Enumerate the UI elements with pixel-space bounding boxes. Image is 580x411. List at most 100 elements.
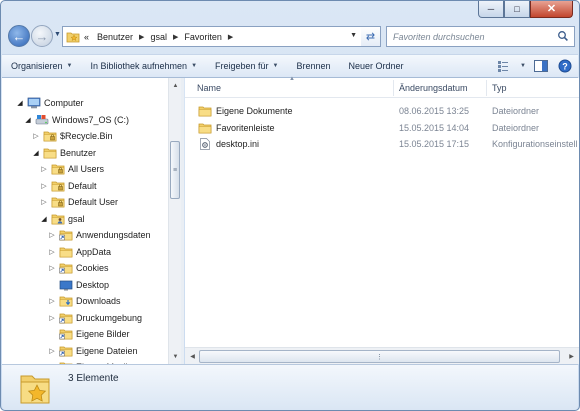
- preview-pane-icon: [534, 60, 548, 72]
- locked-folder-icon: [51, 197, 65, 208]
- view-dropdown-icon[interactable]: ▼: [520, 63, 526, 69]
- expand-arrow-icon[interactable]: ▷: [48, 347, 56, 355]
- file-row[interactable]: desktop.ini 15.05.2015 17:15 Konfiguration…: [185, 135, 579, 151]
- folder-icon: [59, 247, 73, 257]
- desktop-folder-icon: [59, 280, 73, 290]
- collapse-arrow-icon[interactable]: ◢: [32, 149, 40, 157]
- address-bar[interactable]: « Benutzer ▶ gsal ▶ Favoriten ▶ ▼: [62, 26, 362, 47]
- column-header-row: ▲ Name Änderungsdatum Typ: [185, 76, 579, 98]
- expand-arrow-icon[interactable]: ▷: [48, 297, 56, 305]
- tree-item[interactable]: ▷ Anwendungsdaten: [48, 227, 151, 243]
- help-icon: ?: [558, 59, 572, 73]
- tree-item[interactable]: Eigene Bilder: [48, 326, 130, 342]
- tree-item-label: Cookies: [76, 263, 109, 273]
- breadcrumb-benutzer[interactable]: Benutzer: [93, 27, 137, 46]
- column-date[interactable]: Änderungsdatum: [399, 83, 468, 93]
- forward-button[interactable]: →: [31, 25, 53, 47]
- library-label: In Bibliothek aufnehmen: [90, 61, 188, 71]
- dropdown-arrow-icon: ▼: [66, 63, 73, 69]
- column-name[interactable]: Name: [197, 83, 221, 93]
- refresh-button[interactable]: ⇄: [361, 26, 381, 47]
- burn-button[interactable]: Brennen: [288, 55, 340, 77]
- help-button[interactable]: ?: [556, 58, 574, 74]
- tree-item[interactable]: ▷ Downloads: [48, 293, 121, 309]
- pane-splitter[interactable]: [181, 78, 184, 364]
- tree-item[interactable]: ▷ $Recycle.Bin: [32, 128, 113, 144]
- column-divider[interactable]: [393, 80, 394, 96]
- close-button[interactable]: ✕: [530, 1, 573, 18]
- expand-arrow-icon[interactable]: ▷: [40, 165, 48, 173]
- dropdown-arrow-icon: ▼: [191, 63, 198, 69]
- tree-item-label: Druckumgebung: [76, 312, 143, 323]
- tree-item[interactable]: ▷ Eigene Dateien: [48, 343, 138, 359]
- chevron-right-icon[interactable]: ▶: [226, 33, 235, 41]
- collapse-arrow-icon[interactable]: ◢: [40, 215, 48, 223]
- tree-item[interactable]: ▷ Druckumgebung: [48, 310, 142, 326]
- item-count: 3 Elemente: [68, 373, 119, 384]
- tree-item[interactable]: ◢ Benutzer: [32, 145, 96, 161]
- tree-item[interactable]: ▷ Default: [40, 178, 97, 194]
- tree-item-label: Default User: [68, 197, 119, 207]
- tree-item-label: Downloads: [76, 296, 121, 306]
- file-name-cell: Eigene Dokumente: [198, 105, 293, 117]
- drive-icon: [35, 114, 49, 124]
- minimize-button[interactable]: ─: [478, 1, 504, 18]
- dropdown-arrow-icon: ▼: [272, 63, 279, 69]
- new-folder-button[interactable]: Neuer Ordner: [340, 55, 413, 77]
- recent-pages-dropdown[interactable]: ▼: [54, 31, 61, 38]
- scroll-right-icon[interactable]: ▶: [565, 350, 578, 363]
- scroll-left-icon[interactable]: ◀: [186, 350, 199, 363]
- breadcrumb-gsal[interactable]: gsal: [146, 27, 171, 46]
- chevron-right-icon[interactable]: ▶: [171, 33, 180, 41]
- tree-item-label: Eigene Bilder: [76, 329, 130, 339]
- tree-item[interactable]: ◢ Windows7_OS (C:): [24, 112, 129, 128]
- tree-item-label: Desktop: [76, 279, 110, 290]
- tree-item[interactable]: ▷ Default User: [40, 194, 118, 210]
- search-input[interactable]: Favoriten durchsuchen: [386, 26, 575, 47]
- file-row[interactable]: Favoritenleiste 15.05.2015 14:04 Dateiordn…: [185, 119, 579, 135]
- chevron-right-icon[interactable]: ▶: [137, 33, 146, 41]
- tree-item[interactable]: ▷ Cookies: [48, 260, 109, 276]
- user-folder-icon: [51, 214, 65, 224]
- scrollbar-thumb[interactable]: ≡: [170, 141, 180, 199]
- shortcut-folder-icon: [59, 346, 73, 356]
- horizontal-scrollbar[interactable]: ◀ ⋮ ▶: [185, 347, 579, 364]
- scrollbar-thumb[interactable]: ⋮: [199, 350, 560, 363]
- column-type[interactable]: Typ: [492, 83, 507, 93]
- share-with-menu[interactable]: Freigeben für ▼: [206, 55, 287, 77]
- address-dropdown-icon[interactable]: ▼: [350, 32, 357, 39]
- expand-arrow-icon[interactable]: ▷: [48, 248, 56, 256]
- tree-item-label: AppData: [76, 246, 112, 257]
- organize-menu[interactable]: Organisieren ▼: [2, 55, 81, 77]
- breadcrumb: « Benutzer ▶ gsal ▶ Favoriten ▶: [80, 27, 235, 46]
- column-divider[interactable]: [486, 80, 487, 96]
- include-in-library-menu[interactable]: In Bibliothek aufnehmen ▼: [81, 55, 206, 77]
- collapse-arrow-icon[interactable]: ◢: [24, 116, 32, 124]
- tree-item[interactable]: ▷ All Users: [40, 161, 104, 177]
- file-name-cell: Favoritenleiste: [198, 122, 275, 134]
- tree-item[interactable]: ▷ AppData: [48, 244, 111, 260]
- maximize-button[interactable]: □: [504, 1, 530, 18]
- expand-arrow-icon[interactable]: ▷: [48, 314, 56, 322]
- expand-arrow-icon[interactable]: ▷: [48, 264, 56, 272]
- tree-item[interactable]: ◢ gsal: [40, 211, 85, 227]
- tree-item[interactable]: Desktop: [48, 277, 109, 293]
- expand-arrow-icon[interactable]: ▷: [32, 132, 40, 140]
- collapse-arrow-icon[interactable]: ◢: [16, 99, 24, 107]
- expand-arrow-icon[interactable]: ▷: [40, 182, 48, 190]
- preview-pane-button[interactable]: [532, 58, 550, 74]
- breadcrumb-overflow[interactable]: «: [80, 27, 93, 46]
- new-folder-label: Neuer Ordner: [348, 61, 404, 71]
- tree-item[interactable]: ◢ Computer: [16, 95, 84, 111]
- expand-arrow-icon[interactable]: ▷: [48, 231, 56, 239]
- breadcrumb-favoriten[interactable]: Favoriten: [180, 27, 226, 46]
- tree-item-label: Windows7_OS (C:): [52, 114, 130, 125]
- tree-item-label: Anwendungsdaten: [76, 230, 151, 240]
- navigation-scrollbar[interactable]: ▲ ≡ ▼: [168, 78, 181, 364]
- arrow-left-icon: ←: [12, 28, 26, 44]
- file-row[interactable]: Eigene Dokumente 08.06.2015 13:25 Dateiord…: [185, 102, 579, 118]
- search-icon[interactable]: [557, 30, 569, 42]
- expand-arrow-icon[interactable]: ▷: [40, 198, 48, 206]
- back-button[interactable]: ←: [8, 25, 30, 47]
- change-view-button[interactable]: [496, 58, 514, 74]
